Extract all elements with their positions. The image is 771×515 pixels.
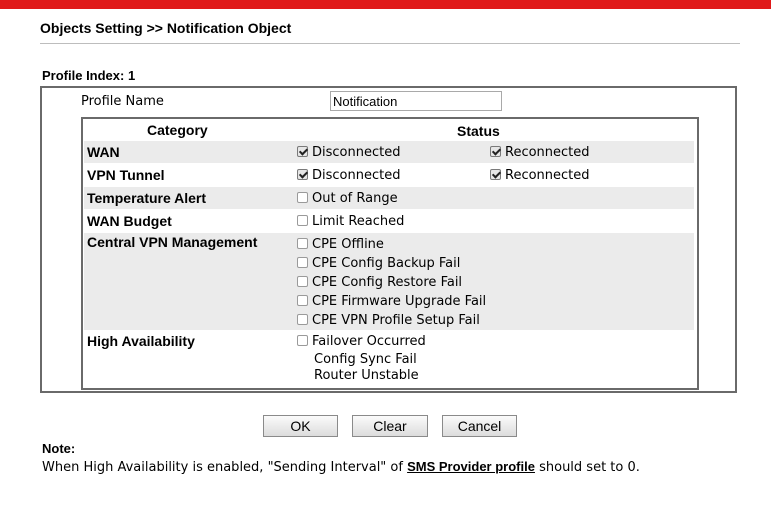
category-high-availability: High Availability xyxy=(87,333,195,349)
checkbox[interactable] xyxy=(297,314,308,325)
profile-name-input[interactable] xyxy=(330,91,502,111)
checkbox[interactable] xyxy=(297,295,308,306)
page-title: Objects Setting >> Notification Object xyxy=(40,20,292,36)
checkbox[interactable] xyxy=(490,169,501,180)
checkbox[interactable] xyxy=(297,276,308,287)
vpn-reconnected-option[interactable]: Reconnected xyxy=(490,168,590,184)
clear-button[interactable]: Clear xyxy=(352,415,428,437)
category-wan-budget: WAN Budget xyxy=(87,213,172,229)
checkbox[interactable] xyxy=(297,192,308,203)
note-text: When High Availability is enabled, "Send… xyxy=(42,459,640,475)
failover-occurred-option[interactable]: Failover Occurred xyxy=(297,334,426,350)
cpe-config-restore-fail-option[interactable]: CPE Config Restore Fail xyxy=(297,275,462,291)
ok-button[interactable]: OK xyxy=(263,415,338,437)
checkbox[interactable] xyxy=(297,146,308,157)
sms-provider-profile-link[interactable]: SMS Provider profile xyxy=(407,459,535,474)
cpe-vpn-profile-setup-fail-option[interactable]: CPE VPN Profile Setup Fail xyxy=(297,313,480,329)
checkbox[interactable] xyxy=(297,257,308,268)
checkbox[interactable] xyxy=(490,146,501,157)
profile-index-label: Profile Index: 1 xyxy=(42,68,136,83)
category-vpn-tunnel: VPN Tunnel xyxy=(87,167,165,183)
status-column-header: Status xyxy=(457,123,500,139)
title-divider xyxy=(40,43,740,44)
category-column-header: Category xyxy=(147,122,208,138)
wan-reconnected-option[interactable]: Reconnected xyxy=(490,145,590,161)
cpe-config-backup-fail-option[interactable]: CPE Config Backup Fail xyxy=(297,256,460,272)
config-sync-fail-text: Config Sync Fail xyxy=(314,352,417,367)
wan-budget-limit-reached-option[interactable]: Limit Reached xyxy=(297,214,404,230)
router-unstable-text: Router Unstable xyxy=(314,368,419,383)
cancel-button[interactable]: Cancel xyxy=(442,415,517,437)
profile-name-label: Profile Name xyxy=(81,94,164,109)
cpe-offline-option[interactable]: CPE Offline xyxy=(297,237,384,253)
checkbox[interactable] xyxy=(297,215,308,226)
top-accent-bar xyxy=(0,0,771,9)
vpn-disconnected-option[interactable]: Disconnected xyxy=(297,168,400,184)
category-central-vpn-management: Central VPN Management xyxy=(87,234,258,250)
temperature-out-of-range-option[interactable]: Out of Range xyxy=(297,191,398,207)
checkbox[interactable] xyxy=(297,335,308,346)
wan-disconnected-option[interactable]: Disconnected xyxy=(297,145,400,161)
note-title: Note: xyxy=(42,441,76,456)
category-temperature-alert: Temperature Alert xyxy=(87,190,207,206)
checkbox[interactable] xyxy=(297,238,308,249)
category-wan: WAN xyxy=(87,144,120,160)
checkbox[interactable] xyxy=(297,169,308,180)
cpe-firmware-upgrade-fail-option[interactable]: CPE Firmware Upgrade Fail xyxy=(297,294,486,310)
